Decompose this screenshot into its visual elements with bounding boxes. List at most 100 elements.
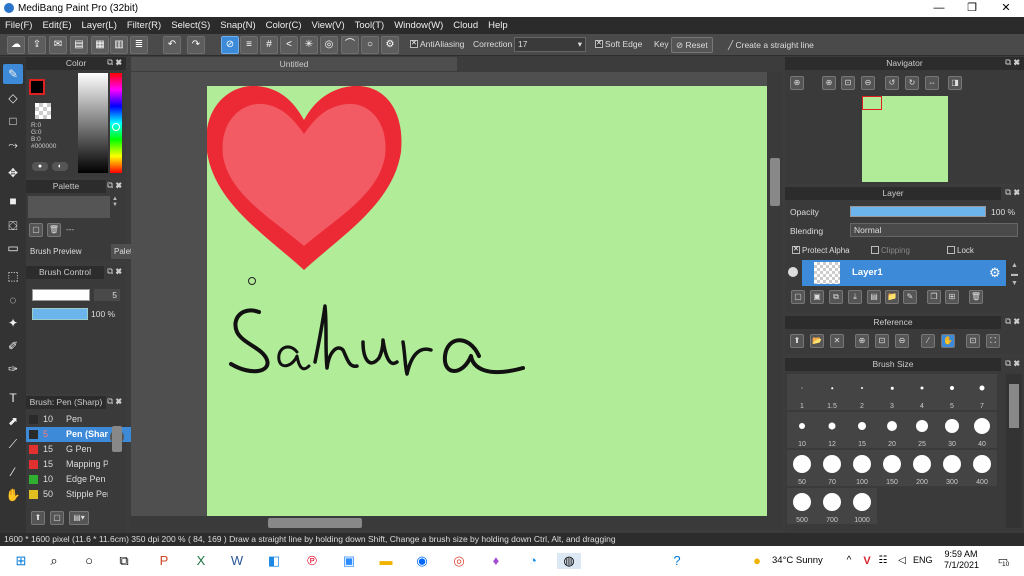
panel-controls-icon[interactable]: ⧉ ✖ [1005,316,1020,327]
panel-controls-icon[interactable]: ⧉ ✖ [107,266,122,277]
new-brush-icon[interactable]: ▢ [50,511,64,525]
excel-icon[interactable]: X [192,553,210,569]
fill-tool-icon[interactable]: ⛋ [3,216,23,236]
brush-size-cell[interactable]: 3 [877,374,907,410]
menu-snap[interactable]: Snap(N) [215,17,260,34]
brush-size-cell[interactable]: 70 [817,450,847,486]
layer-settings-gear-icon[interactable]: ⚙ [989,265,1001,281]
panel-controls-icon[interactable]: ⧉ ✖ [1005,187,1020,198]
straight-line-button[interactable]: ╱ Create a straight line [723,37,819,53]
brush-size-cell[interactable]: 1000 [847,488,877,524]
eraser-tool-icon[interactable]: ◇ [3,88,23,108]
color-wheel-icon[interactable]: ● [32,162,48,171]
network-icon[interactable]: ☷ [874,553,892,569]
grid-icon[interactable]: ▥ [110,36,128,54]
panel-controls-icon[interactable]: ⧉ ✖ [107,180,122,191]
layer-opacity-slider[interactable] [850,206,986,217]
brush-size-cell[interactable]: 100 [847,450,877,486]
layer-visibility-icon[interactable] [788,267,798,277]
horizontal-scroll-thumb[interactable] [268,518,362,528]
radial-snap-icon[interactable]: ✳ [300,36,318,54]
curve-snap-icon[interactable]: ⌒ [341,36,359,54]
brush-size-cell[interactable]: 10 [787,412,817,448]
secondary-color-swatch[interactable] [35,103,51,119]
ellipse-snap-icon[interactable]: ○ [361,36,379,54]
brush-size-cell[interactable]: 200 [907,450,937,486]
doc-icon[interactable]: ▦ [91,36,109,54]
layer-scroll[interactable]: ▲ ▬ ▼ [1011,261,1018,288]
menu-window[interactable]: Window(W) [389,17,448,34]
brush-size-cell[interactable]: 7 [967,374,997,410]
tab-brush-preview[interactable]: Brush Preview [28,244,84,259]
reference-hand-icon[interactable]: ✋ [941,334,955,348]
blending-select[interactable]: Normal [850,223,1018,237]
chevron-up-icon[interactable]: ^ [840,553,858,569]
brush-list-scrollbar[interactable] [112,426,122,452]
blur-tool-icon[interactable]: ⤳ [3,135,23,155]
clipping-checkbox[interactable]: Clipping [871,246,910,255]
language-indicator[interactable]: ENG [913,555,933,565]
task-view-icon[interactable]: ⧉ [115,553,133,569]
menu-view[interactable]: View(V) [307,17,350,34]
menu-color[interactable]: Color(C) [261,17,307,34]
move-tool-icon[interactable]: ✥ [3,163,23,183]
menu-layer[interactable]: Layer(L) [77,17,122,34]
panel-controls-icon[interactable]: ⧉ ✖ [107,57,122,68]
reference-upload-icon[interactable]: ⬆ [790,334,804,348]
magic-wand-icon[interactable]: ✦ [3,313,23,333]
word-icon[interactable]: W [228,553,246,569]
text-tool-icon[interactable]: T [3,388,23,408]
menu-file[interactable]: File(F) [0,17,37,34]
zoom-in-icon[interactable]: ⊕ [790,76,804,90]
zalo-icon[interactable]: ◉ [413,553,431,569]
dot-tool-icon[interactable]: □ [3,111,23,131]
layer-adjust-icon[interactable]: ⊞ [945,290,959,304]
drop-icon[interactable]: ♦ [487,553,505,569]
rotate-right-icon[interactable]: ↻ [905,76,919,90]
eyedropper-icon[interactable]: ⁄ [3,462,23,482]
file-explorer-icon[interactable]: ▬ [377,553,395,569]
edge-icon[interactable]: ◔ [524,553,542,569]
lasso-tool-icon[interactable]: ◌ [3,290,23,310]
medibang-taskbar-icon[interactable]: ◍ [557,553,581,569]
weather-text[interactable]: 34°C Sunny [772,555,823,566]
correction-select[interactable]: 17 [514,37,586,52]
soft-edge-checkbox[interactable]: Soft Edge [595,39,642,49]
palette-scroll[interactable]: ▲ ▼ [112,196,122,218]
new-halftone-layer-icon[interactable]: ▣ [810,290,824,304]
brush-opacity-slider[interactable] [32,308,88,320]
search-icon[interactable]: ⌕ [45,553,63,569]
new-folder-icon[interactable]: 📁 [885,290,899,304]
shape-tool-icon[interactable]: ■ [3,191,23,211]
divide-tool-icon[interactable]: ⟋ [3,434,23,454]
brush-tool-icon[interactable]: ✎ [3,64,23,84]
brush-size-scroll[interactable] [1006,374,1022,528]
reference-zoom-out-icon[interactable]: ⊖ [895,334,909,348]
vanish-snap-icon[interactable]: < [280,36,298,54]
brush-size-cell[interactable]: 300 [937,450,967,486]
drawing-paper[interactable] [206,85,767,516]
panel-controls-icon[interactable]: ⧉ ✖ [1005,57,1020,68]
color-eyedrop-icon[interactable]: ◐ [52,162,68,171]
reference-fit-screen-icon[interactable]: ⊡ [966,334,980,348]
cortana-icon[interactable]: ○ [80,553,98,569]
brush-size-cell[interactable]: 1.5 [817,374,847,410]
brush-size-cell[interactable]: 40 [967,412,997,448]
brush-size-cell[interactable]: 25 [907,412,937,448]
cloud-icon[interactable]: ☁ [7,36,25,54]
reset-button[interactable]: ⊘ Reset [671,37,713,53]
zoom-in-icon-2[interactable]: ⊕ [822,76,836,90]
snap-off-icon[interactable]: ⊘ [221,36,239,54]
comment-icon[interactable]: ✉ [49,36,67,54]
menu-select[interactable]: Select(S) [166,17,215,34]
brush-size-slider[interactable] [32,289,90,301]
reference-fullscreen-icon[interactable]: ⛶ [986,334,1000,348]
new-palette-icon[interactable]: ▢ [29,223,43,237]
brush-size-cell[interactable]: 2 [847,374,877,410]
cross-snap-icon[interactable]: # [260,36,278,54]
reference-open-icon[interactable]: 📂 [810,334,824,348]
menu-help[interactable]: Help [483,17,513,34]
app-icon[interactable]: ◧ [265,553,283,569]
delete-layer-icon[interactable]: 🗑 [969,290,983,304]
help-icon[interactable]: ? [668,553,686,569]
